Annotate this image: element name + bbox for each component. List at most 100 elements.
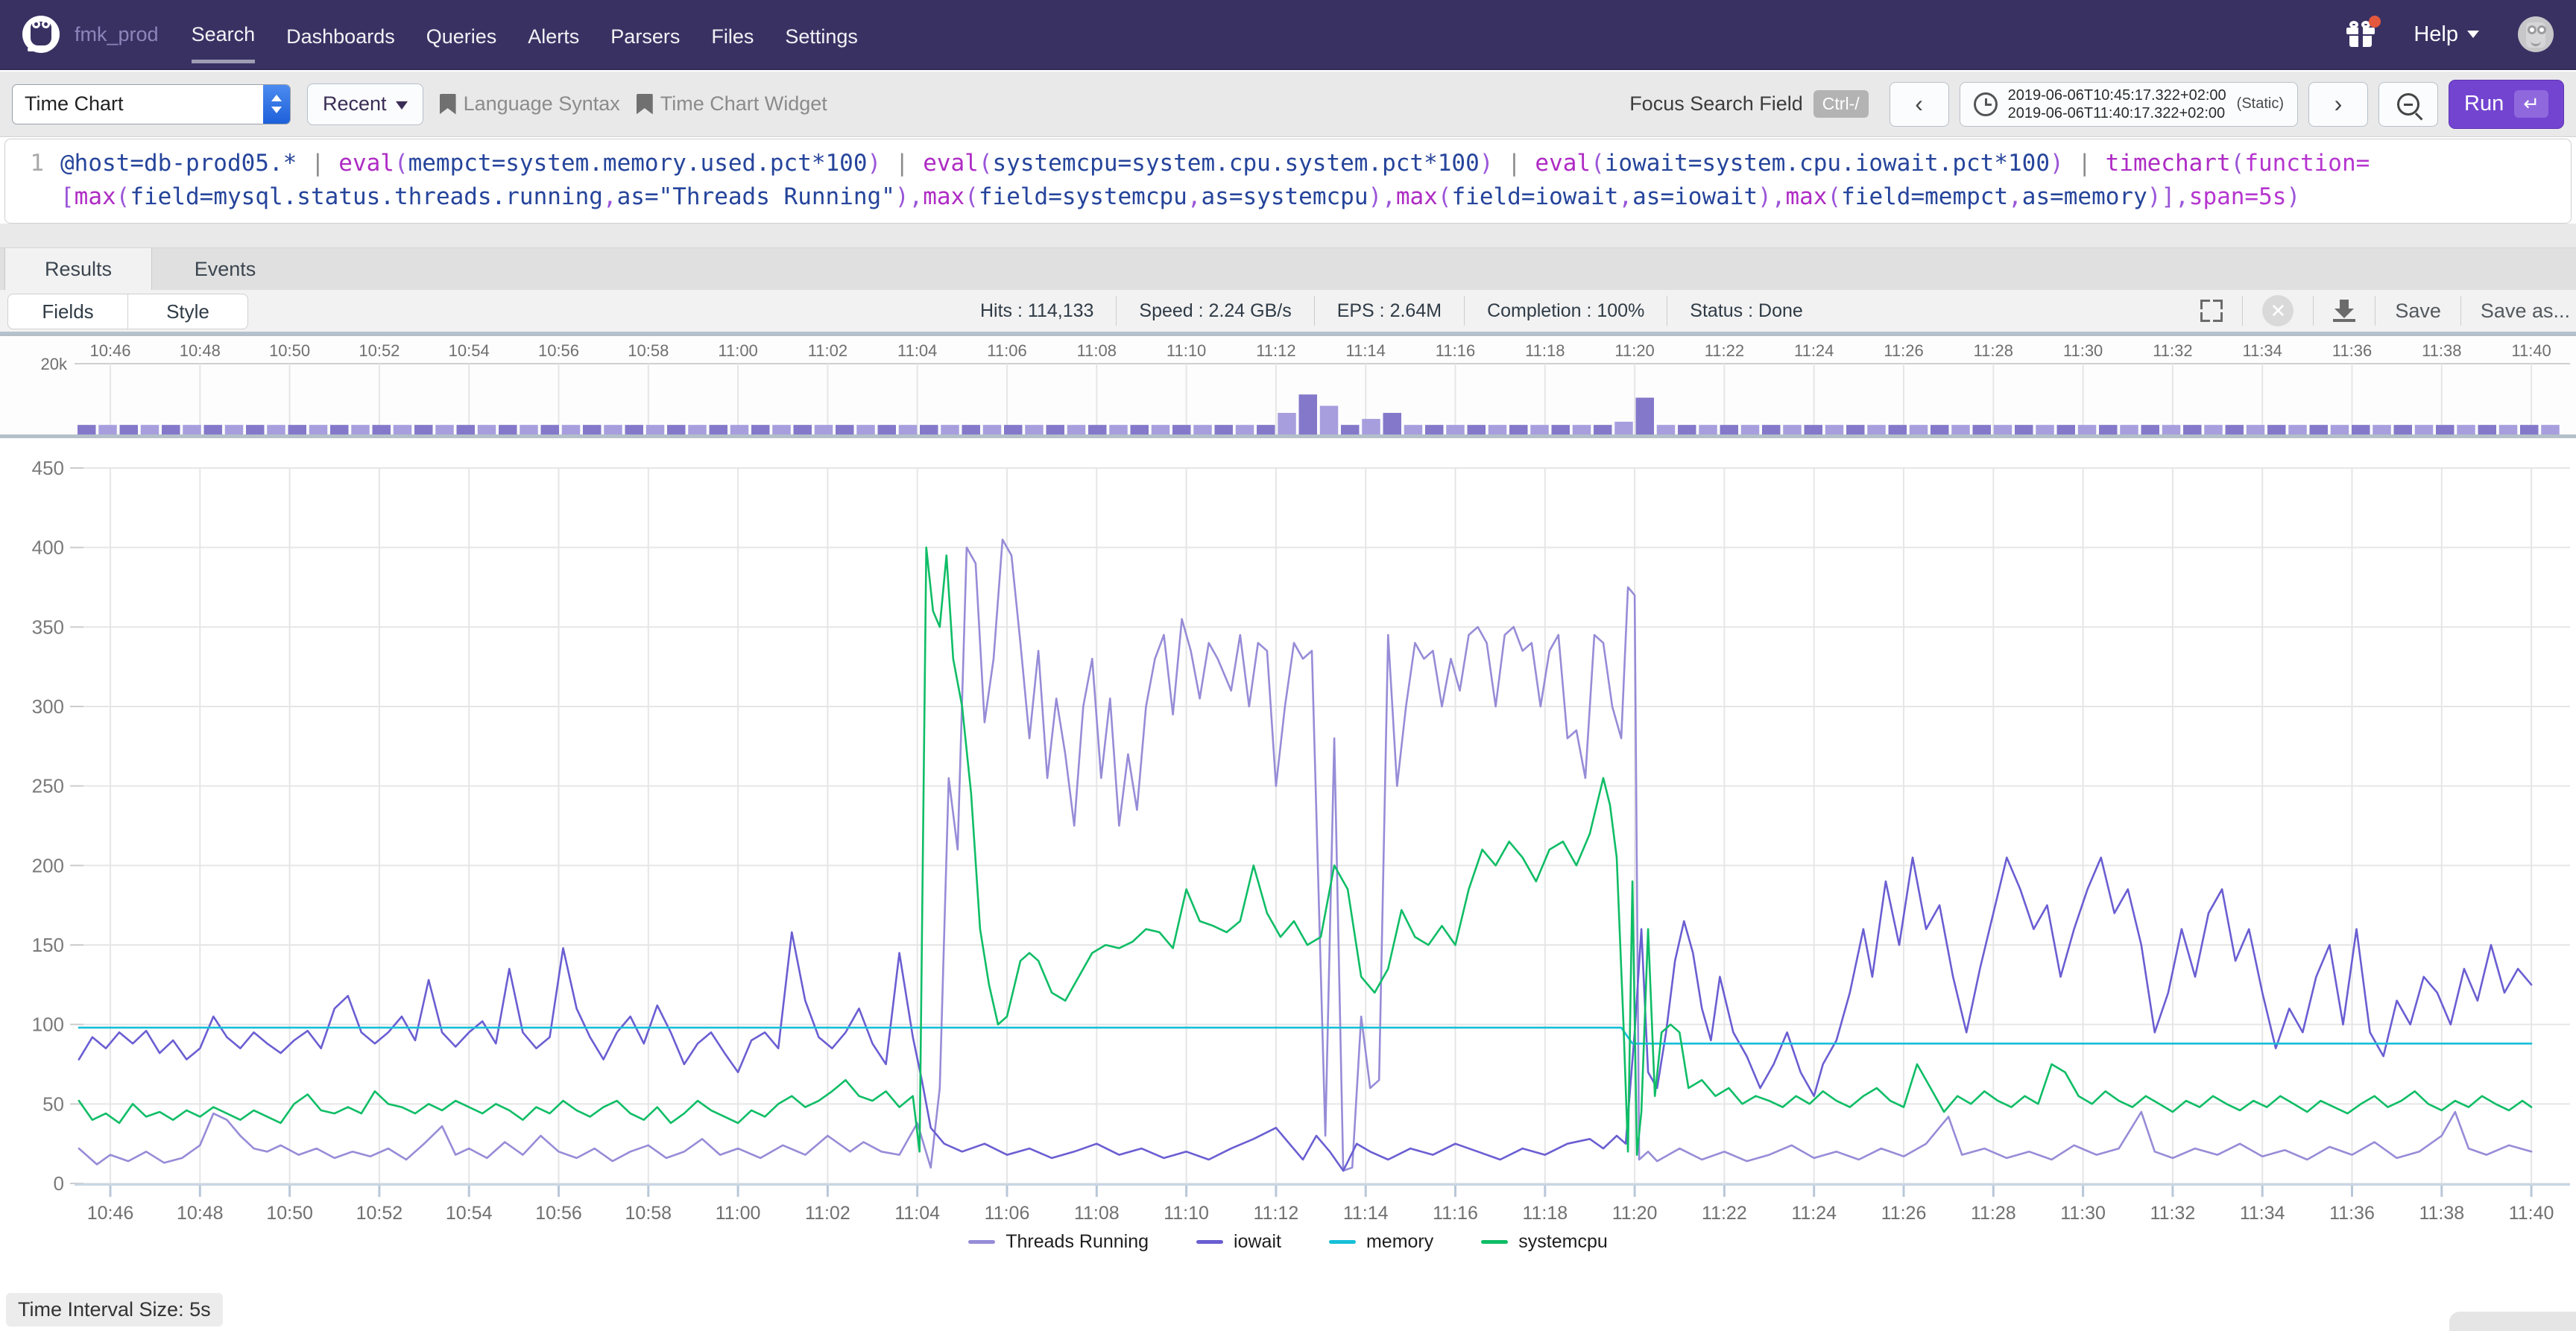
histogram-bar[interactable] xyxy=(1193,425,1212,434)
histogram-bar[interactable] xyxy=(246,425,265,434)
histogram-bar[interactable] xyxy=(772,425,791,434)
histogram-bar[interactable] xyxy=(1594,425,1612,434)
histogram-bar[interactable] xyxy=(2247,425,2265,434)
histogram-bar[interactable] xyxy=(1004,425,1023,434)
run-button[interactable]: Run ↵ xyxy=(2449,80,2564,129)
histogram-bar[interactable] xyxy=(625,425,644,434)
histogram-bar[interactable] xyxy=(288,425,307,434)
histogram-bar[interactable] xyxy=(1741,425,1760,434)
histogram-bar[interactable] xyxy=(2310,425,2329,434)
histogram-bar[interactable] xyxy=(1172,425,1191,434)
histogram-bar[interactable] xyxy=(1404,425,1423,434)
histogram-bar[interactable] xyxy=(878,425,897,434)
fullscreen-icon[interactable] xyxy=(2200,300,2223,322)
histogram-bar[interactable] xyxy=(1109,425,1128,434)
time-chart-widget-link[interactable]: Time Chart Widget xyxy=(637,92,827,116)
histogram-bar[interactable] xyxy=(1951,425,1970,434)
histogram-bar[interactable] xyxy=(646,425,665,434)
view-type-select[interactable]: Time Chart xyxy=(12,84,291,124)
histogram-bar[interactable] xyxy=(1699,425,1717,434)
histogram-bar[interactable] xyxy=(962,425,981,434)
histogram-bar[interactable] xyxy=(2436,425,2455,434)
histogram-bar[interactable] xyxy=(1257,425,1275,434)
histogram-bar[interactable] xyxy=(2331,425,2349,434)
histogram-bar[interactable] xyxy=(1910,425,1928,434)
histogram-bar[interactable] xyxy=(562,425,581,434)
histogram-bar[interactable] xyxy=(2036,425,2054,434)
histogram-bar[interactable] xyxy=(2015,425,2033,434)
whats-new-gift-icon[interactable] xyxy=(2346,22,2375,47)
histogram-bar[interactable] xyxy=(1362,419,1380,434)
histogram-bar[interactable] xyxy=(1614,422,1633,434)
histogram-bar[interactable] xyxy=(309,425,328,434)
event-histogram[interactable]: 10:4610:4810:5010:5210:5410:5610:5811:00… xyxy=(0,334,2576,438)
histogram-bar[interactable] xyxy=(583,425,602,434)
query-editor[interactable]: 1 @host=db-prod05.* | eval(mempct=system… xyxy=(4,139,2572,224)
nav-item-search[interactable]: Search xyxy=(192,5,256,63)
histogram-bar[interactable] xyxy=(2141,425,2160,434)
histogram-bar[interactable] xyxy=(1278,413,1296,434)
histogram-bar[interactable] xyxy=(1678,425,1696,434)
help-menu[interactable]: Help xyxy=(2414,22,2479,47)
humio-logo-icon[interactable] xyxy=(22,16,60,53)
nav-item-alerts[interactable]: Alerts xyxy=(528,7,579,62)
histogram-bar[interactable] xyxy=(394,425,412,434)
histogram-bar[interactable] xyxy=(1889,425,1907,434)
histogram-bar[interactable] xyxy=(2520,425,2539,434)
histogram-bar[interactable] xyxy=(2226,425,2244,434)
download-icon[interactable] xyxy=(2333,300,2355,322)
histogram-bar[interactable] xyxy=(1046,425,1065,434)
histogram-bar[interactable] xyxy=(457,425,476,434)
histogram-bar[interactable] xyxy=(351,425,370,434)
histogram-bar[interactable] xyxy=(983,425,1002,434)
zoom-out-button[interactable] xyxy=(2378,82,2438,127)
histogram-bar[interactable] xyxy=(541,425,560,434)
histogram-bar[interactable] xyxy=(1236,425,1254,434)
histogram-bar[interactable] xyxy=(1320,406,1339,434)
histogram-bar[interactable] xyxy=(710,425,728,434)
histogram-bar[interactable] xyxy=(2057,425,2076,434)
histogram-bar[interactable] xyxy=(2099,425,2118,434)
histogram-bar[interactable] xyxy=(1067,425,1086,434)
histogram-bar[interactable] xyxy=(941,425,959,434)
histogram-bar[interactable] xyxy=(1552,425,1570,434)
histogram-bar[interactable] xyxy=(2120,425,2138,434)
histogram-bar[interactable] xyxy=(1762,425,1781,434)
histogram-bar[interactable] xyxy=(2267,425,2286,434)
histogram-bar[interactable] xyxy=(414,425,433,434)
histogram-bar[interactable] xyxy=(330,425,349,434)
histogram-bar[interactable] xyxy=(920,425,938,434)
histogram-bar[interactable] xyxy=(1994,425,2012,434)
query-line-2[interactable]: [max(field=mysql.status.threads.running,… xyxy=(60,180,2300,214)
histogram-bar[interactable] xyxy=(751,425,770,434)
time-back-button[interactable]: ‹ xyxy=(1890,82,1949,127)
histogram-bar[interactable] xyxy=(1215,425,1234,434)
histogram-bar[interactable] xyxy=(2499,425,2518,434)
histogram-bar[interactable] xyxy=(815,425,833,434)
histogram-bar[interactable] xyxy=(1509,425,1528,434)
user-avatar[interactable] xyxy=(2518,16,2554,52)
histogram-bar[interactable] xyxy=(78,425,96,434)
histogram-bar[interactable] xyxy=(2394,425,2413,434)
histogram-bar[interactable] xyxy=(2457,425,2475,434)
nav-item-files[interactable]: Files xyxy=(711,7,754,62)
tab-events[interactable]: Events xyxy=(152,248,298,290)
histogram-bar[interactable] xyxy=(2183,425,2202,434)
nav-item-dashboards[interactable]: Dashboards xyxy=(286,7,395,62)
nav-item-parsers[interactable]: Parsers xyxy=(610,7,680,62)
histogram-bar[interactable] xyxy=(499,425,517,434)
time-range-button[interactable]: 2019-06-06T10:45:17.322+02:00 2019-06-06… xyxy=(1960,82,2298,127)
histogram-bar[interactable] xyxy=(1088,425,1107,434)
histogram-bar[interactable] xyxy=(120,425,139,434)
histogram-bar[interactable] xyxy=(1805,425,1823,434)
histogram-bar[interactable] xyxy=(1636,398,1655,434)
save-button[interactable]: Save xyxy=(2395,300,2441,323)
language-syntax-link[interactable]: Language Syntax xyxy=(440,92,620,116)
query-line-1[interactable]: @host=db-prod05.* | eval(mempct=system.m… xyxy=(60,147,2370,180)
repository-name[interactable]: fmk_prod xyxy=(75,23,159,46)
histogram-bar[interactable] xyxy=(2078,425,2097,434)
histogram-bar[interactable] xyxy=(1025,425,1044,434)
histogram-bar[interactable] xyxy=(1573,425,1591,434)
histogram-bar[interactable] xyxy=(1846,425,1865,434)
histogram-bar[interactable] xyxy=(478,425,496,434)
